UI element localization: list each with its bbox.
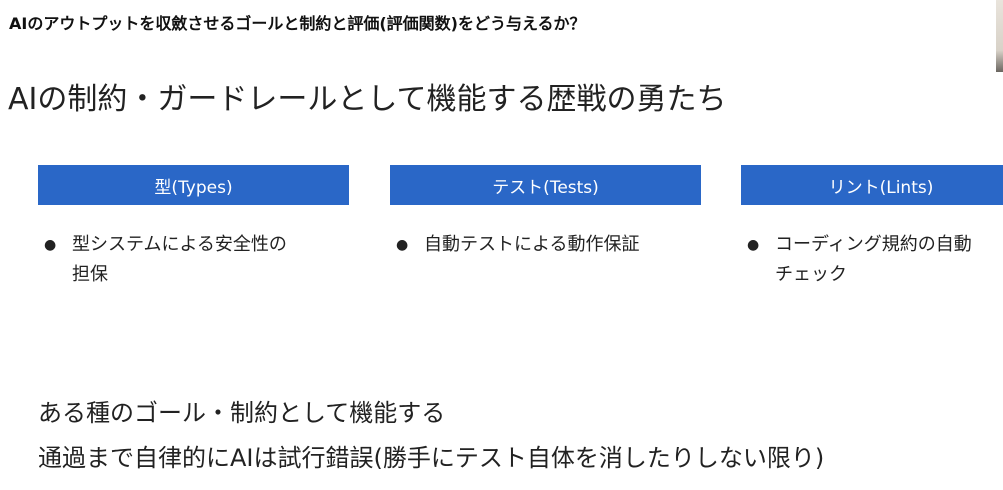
header-question: AIのアウトプットを収斂させるゴールと制約と評価(評価関数)をどう与えるか？	[9, 14, 586, 33]
slide-title: AIの制約・ガードレールとして機能する歴戦の勇たち	[8, 82, 727, 117]
summary-line-2: 通過まで自律的にAIは試行錯誤(勝手にテスト自体を消したりしない限り)	[38, 444, 825, 472]
category-header-types: 型(Types)	[38, 165, 349, 205]
bullet-dot-icon: ●	[396, 237, 409, 253]
category-header-tests: テスト(Tests)	[390, 165, 701, 205]
bullet-types: ● 型システムによる安全性の 担保	[38, 230, 338, 290]
bullet-text-types: 型システムによる安全性の 担保	[72, 234, 287, 285]
bullet-text-lints: コーディング規約の自動 チェック	[775, 234, 972, 285]
camera-overlay-edge	[996, 0, 1003, 72]
bullet-lints: ● コーディング規約の自動 チェック	[741, 230, 1003, 290]
summary-line-1: ある種のゴール・制約として機能する	[38, 399, 446, 427]
bullet-dot-icon: ●	[44, 237, 57, 253]
bullet-tests: ● 自動テストによる動作保証	[390, 230, 690, 260]
category-header-lints: リント(Lints)	[741, 165, 1003, 205]
bullet-dot-icon: ●	[747, 237, 760, 253]
bullet-text-tests: 自動テストによる動作保証	[424, 234, 640, 255]
